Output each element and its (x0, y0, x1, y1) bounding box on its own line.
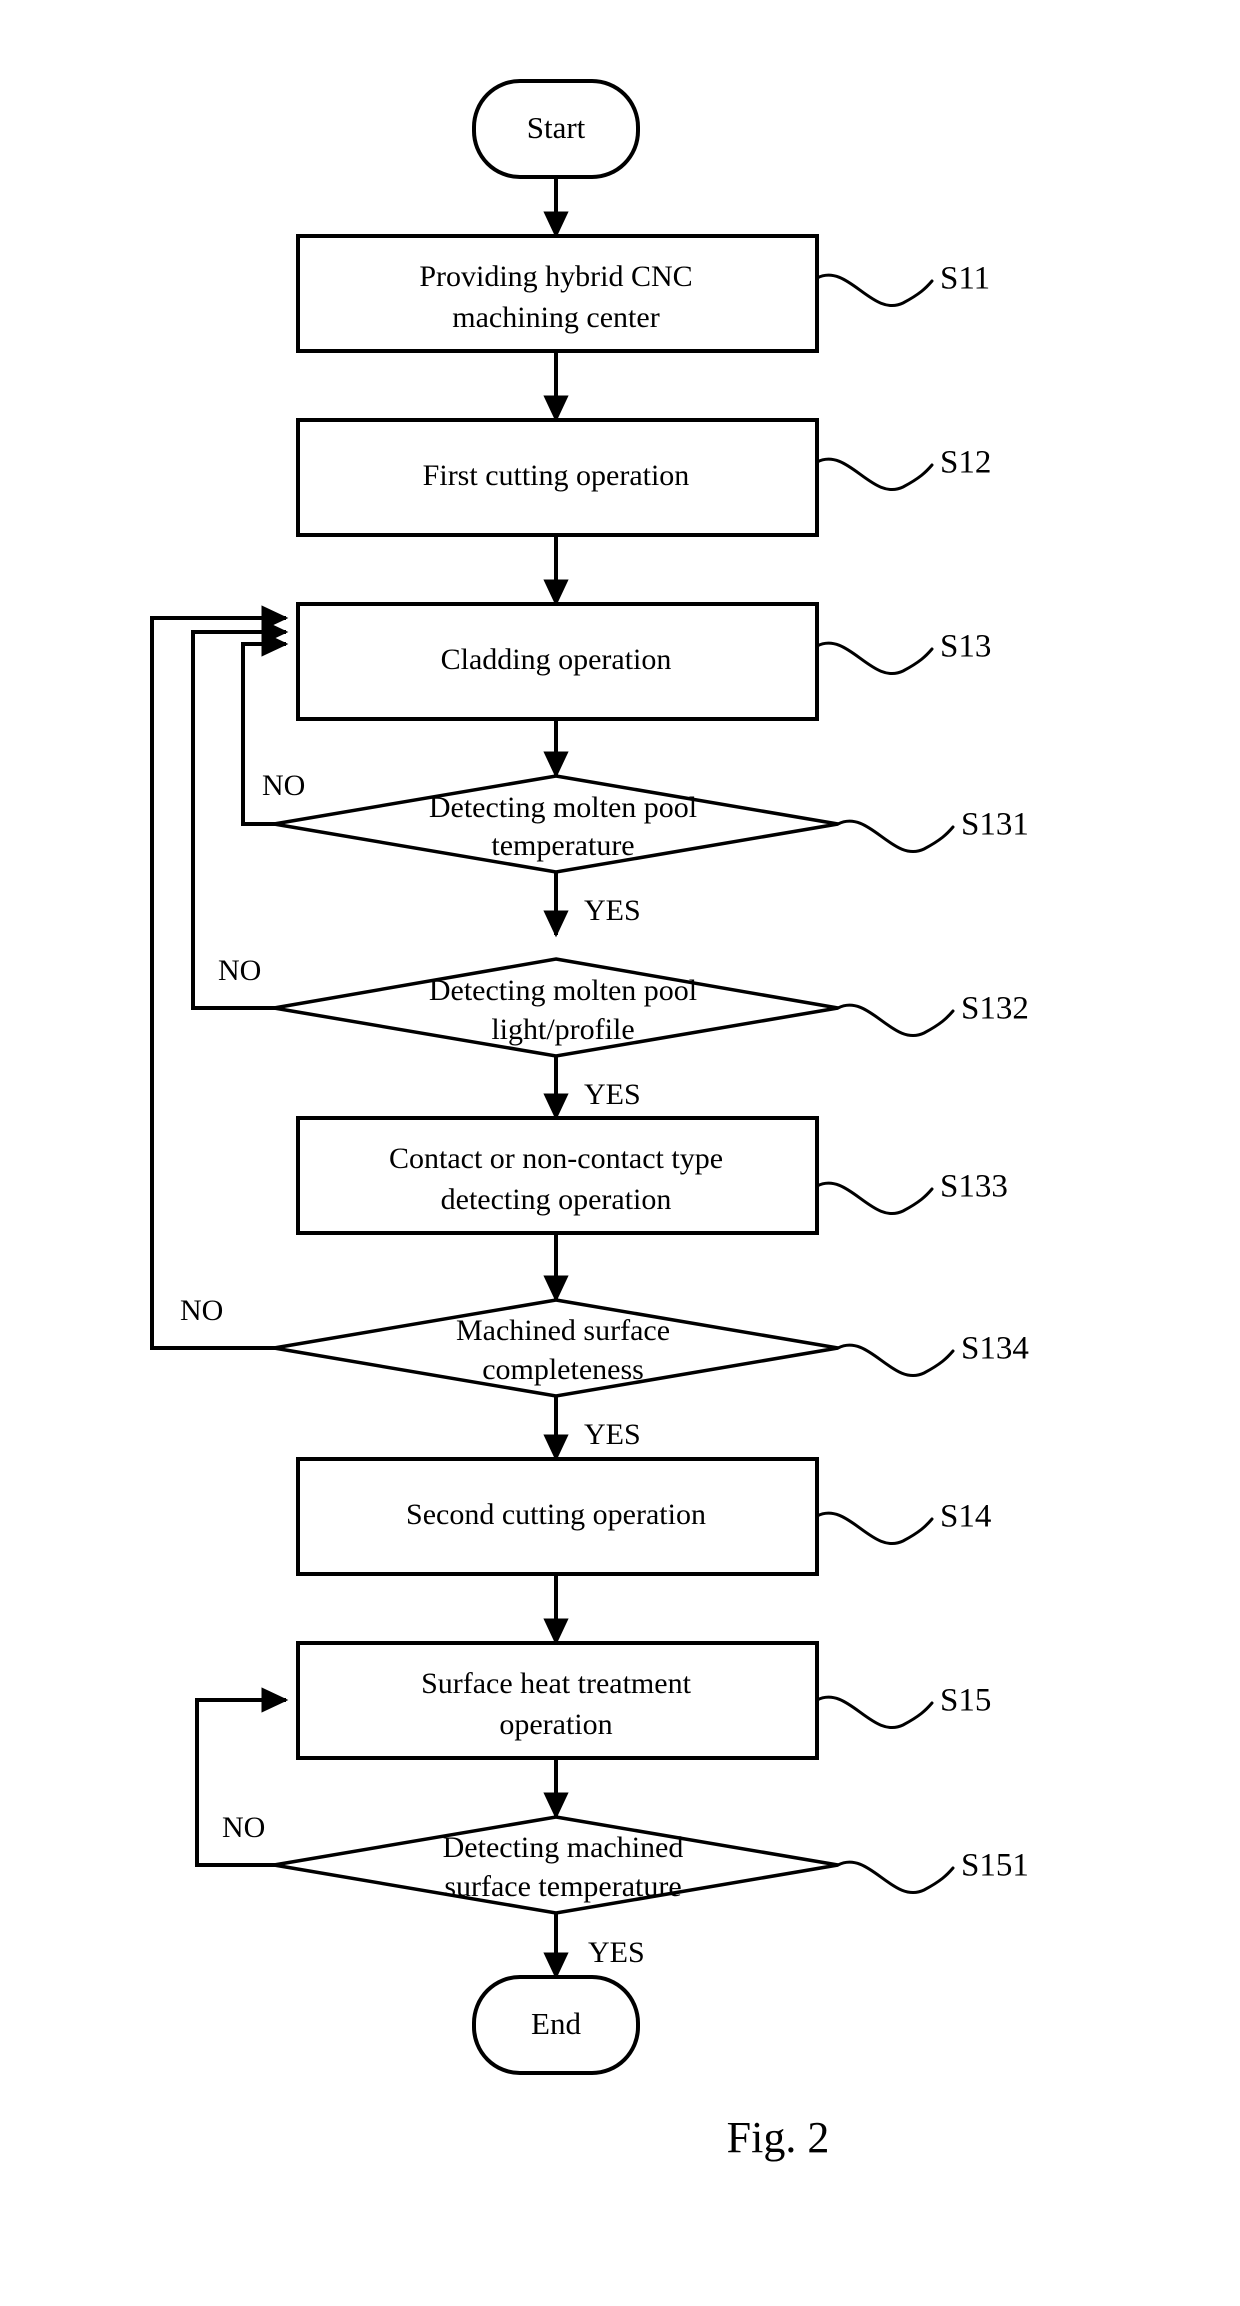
end-label: End (531, 2006, 581, 2041)
step-label-s14: S14 (940, 1499, 991, 1535)
decision-s131-line2: temperature (491, 829, 634, 862)
flowchart-diagram: Start Providing hybrid CNC machining cen… (150, 79, 1029, 2162)
process-box-s133-line1: Contact or non-contact type (389, 1142, 723, 1175)
process-box-s14-line1: Second cutting operation (406, 1498, 706, 1531)
decision-s132-line1: Detecting molten pool (429, 974, 697, 1007)
step-label-s133: S133 (940, 1169, 1008, 1205)
branch-label-yes-s151: YES (588, 1936, 645, 1969)
leader-line-s13 (815, 641, 934, 675)
leader-line-s134 (836, 1343, 955, 1377)
branch-label-yes-s131: YES (584, 894, 641, 927)
leader-line-s132 (836, 1003, 955, 1037)
process-box-s11-line1: Providing hybrid CNC (419, 260, 692, 293)
decision-s134-line2: completeness (482, 1353, 644, 1386)
leader-line-s11 (815, 273, 934, 307)
decision-s132-line2: light/profile (491, 1013, 634, 1046)
start-label: Start (527, 110, 586, 145)
decision-s151-line2: surface temperature (444, 1870, 681, 1903)
step-label-s15: S15 (940, 1683, 991, 1719)
process-box-s11-line2: machining center (452, 301, 659, 334)
branch-label-yes-s134: YES (584, 1418, 641, 1451)
leader-line-s133 (815, 1181, 934, 1215)
decision-s134-line1: Machined surface (456, 1314, 670, 1347)
process-box-s13-line1: Cladding operation (441, 643, 672, 676)
leader-line-s12 (815, 457, 934, 491)
figure-caption: Fig. 2 (727, 2113, 830, 2162)
leader-line-s15 (815, 1695, 934, 1729)
process-box-s15-line1: Surface heat treatment (421, 1667, 692, 1700)
step-label-s132: S132 (961, 991, 1029, 1027)
step-label-s13: S13 (940, 629, 991, 665)
process-box-s15-line2: operation (499, 1708, 612, 1741)
leader-line-s151 (836, 1860, 955, 1894)
branch-label-no-s151: NO (222, 1811, 265, 1844)
step-label-s134: S134 (961, 1331, 1029, 1367)
branch-label-no-s131: NO (262, 769, 305, 802)
branch-label-no-s132: NO (218, 954, 261, 987)
step-label-s151: S151 (961, 1848, 1029, 1884)
step-label-s11: S11 (940, 261, 990, 297)
step-label-s12: S12 (940, 445, 991, 481)
leader-line-s131 (836, 819, 955, 853)
branch-label-no-s134: NO (180, 1294, 223, 1327)
decision-s131-line1: Detecting molten pool (429, 791, 697, 824)
edge-s132-no-to-s13 (191, 619, 289, 1010)
branch-label-yes-s132: YES (584, 1078, 641, 1111)
decision-s151-line1: Detecting machined (443, 1831, 684, 1864)
process-box-s133-line2: detecting operation (441, 1183, 672, 1216)
leader-line-s14 (815, 1511, 934, 1545)
step-label-s131: S131 (961, 807, 1029, 843)
process-box-s12-line1: First cutting operation (423, 459, 690, 492)
figure-container: Start Providing hybrid CNC machining cen… (0, 0, 1240, 2306)
